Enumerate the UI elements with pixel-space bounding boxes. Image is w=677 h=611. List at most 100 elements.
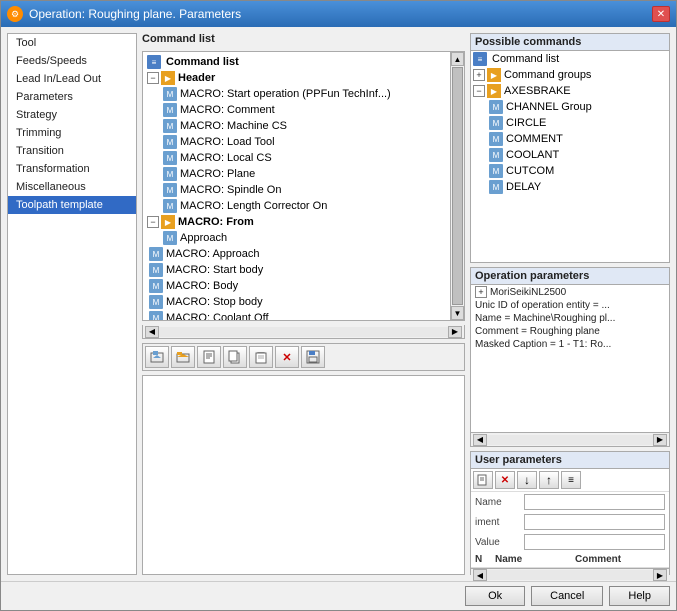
bottom-buttons: Ok Cancel Help [1,581,676,610]
op-params-field: Unic ID of operation entity = ... [475,300,610,311]
command-list-scrollbar[interactable]: ▲ ▼ [450,52,464,320]
tree-item-spindle-off[interactable]: M MACRO: Coolant Off [145,310,448,320]
user-params-delete-btn[interactable]: ✕ [495,471,515,489]
tree-item-macro5[interactable]: M MACRO: Local CS [145,150,448,166]
toolbar-btn-save[interactable] [301,346,325,368]
sidebar-item-strategy[interactable]: Strategy [8,106,136,124]
macro-icon: M [149,247,163,261]
toolbar-btn-delete[interactable]: ✕ [275,346,299,368]
hscroll-track [487,570,653,580]
tree-label: MACRO: Body [166,280,238,292]
tree-item-macro4[interactable]: M MACRO: Load Tool [145,134,448,150]
sidebar-item-lead-in-lead-out[interactable]: Lead In/Lead Out [8,70,136,88]
op-params-scroll[interactable]: + MoriSeikiNL2500 Unic ID of operation e… [471,285,669,432]
pc-item-axesbrake[interactable]: − ▶ AXESBRAKE [471,83,669,99]
hscroll-right[interactable]: ▶ [653,434,667,446]
iment-label: iment [475,517,520,528]
pc-item-comment[interactable]: M COMMENT [471,131,669,147]
help-button[interactable]: Help [609,586,670,606]
toolbar-btn-paste[interactable] [249,346,273,368]
tree-item-macro3[interactable]: M MACRO: Machine CS [145,118,448,134]
op-params-name: Name = Machine\Roughing pl... [471,312,669,325]
hscroll-left[interactable]: ◀ [473,569,487,581]
pc-item-cutcom[interactable]: M CUTCOM [471,163,669,179]
scroll-up-btn[interactable]: ▲ [451,52,464,66]
op-params-hscroll[interactable]: ◀ ▶ [471,432,669,446]
sidebar-item-trimming[interactable]: Trimming [8,124,136,142]
tree-item-macro8[interactable]: M MACRO: Length Corrector On [145,198,448,214]
operation-parameters-section: Operation parameters + MoriSeikiNL2500 U… [470,267,670,447]
command-list-scroll[interactable]: ≡ Command list − ▶ Header M MACRO: Start… [143,52,450,320]
user-params-down-btn[interactable]: ↓ [517,471,537,489]
toolbar-btn-new[interactable] [197,346,221,368]
hscroll-right[interactable]: ▶ [653,569,667,581]
name-input[interactable] [524,494,665,510]
expand-btn[interactable]: + [473,69,485,81]
hscroll-left[interactable]: ◀ [473,434,487,446]
close-button[interactable]: ✕ [652,6,670,22]
tree-item-macro1[interactable]: M MACRO: Start operation (PPFun TechInf.… [145,86,448,102]
tree-item-macro7[interactable]: M MACRO: Spindle On [145,182,448,198]
cancel-button[interactable]: Cancel [531,586,603,606]
scroll-thumb[interactable] [452,67,463,305]
sidebar-item-feeds-speeds[interactable]: Feeds/Speeds [8,52,136,70]
macro-icon: M [489,116,503,130]
scroll-down-btn[interactable]: ▼ [451,306,464,320]
macro-icon: M [163,183,177,197]
tree-item-start-body[interactable]: M MACRO: Approach [145,246,448,262]
tree-item-command-list[interactable]: ≡ Command list [145,54,448,70]
tree-item-approach-macro[interactable]: M Approach [145,230,448,246]
list-icon: ≡ [473,52,487,66]
tree-item-stop-body[interactable]: M MACRO: Body [145,278,448,294]
expand-btn[interactable]: − [473,85,485,97]
possible-commands-header: Possible commands [471,34,669,51]
tree-item-macro2[interactable]: M MACRO: Comment [145,102,448,118]
ok-button[interactable]: Ok [465,586,525,606]
expand-icon[interactable]: + [475,286,487,298]
tree-item-macro6[interactable]: M MACRO: Plane [145,166,448,182]
tree-label: MACRO: Load Tool [180,136,275,148]
title-bar-left: ⚙ Operation: Roughing plane. Parameters [7,6,241,22]
pc-item-command-list[interactable]: ≡ Command list [471,51,669,67]
macro-icon: M [163,87,177,101]
sidebar-item-tool[interactable]: Tool [8,34,136,52]
macro-icon: M [489,100,503,114]
pc-item-delay[interactable]: M DELAY [471,179,669,195]
pc-item-circle[interactable]: M CIRCLE [471,115,669,131]
pc-item-coolant[interactable]: M COOLANT [471,147,669,163]
user-params-table-header: N Name Comment [471,552,669,568]
pc-item-command-groups[interactable]: + ▶ Command groups [471,67,669,83]
hscroll-right-btn[interactable]: ▶ [448,326,462,338]
toolbar-btn-load1[interactable] [145,346,169,368]
tree-label: MACRO: From [178,216,254,228]
expand-approach[interactable]: − [147,216,159,228]
tree-item-body[interactable]: M MACRO: Start body [145,262,448,278]
sidebar-item-transformation[interactable]: Transformation [8,160,136,178]
tree-label: MACRO: Start body [166,264,263,276]
toolbar-btn-copy[interactable] [223,346,247,368]
value-input[interactable] [524,534,665,550]
possible-commands-scroll[interactable]: ≡ Command list + ▶ Command groups − ▶ AX… [471,51,669,262]
expand-header[interactable]: − [147,72,159,84]
user-params-edit-btn[interactable]: ≡ [561,471,581,489]
user-params-new-btn[interactable] [473,471,493,489]
sidebar-item-parameters[interactable]: Parameters [8,88,136,106]
user-params-value-row: Value [471,532,669,552]
tree-label: CIRCLE [506,117,546,129]
op-params-moriseiki[interactable]: + MoriSeikiNL2500 [471,285,669,299]
pc-item-channel-group[interactable]: M CHANNEL Group [471,99,669,115]
toolbar-btn-load2[interactable] [171,346,195,368]
tree-label: MACRO: Start operation (PPFun TechInf...… [180,88,391,100]
user-params-up-btn[interactable]: ↑ [539,471,559,489]
hscroll-left-btn[interactable]: ◀ [145,326,159,338]
iment-input[interactable] [524,514,665,530]
center-panel: Command list ≡ Command list − ▶ Header [142,33,465,575]
sidebar-item-transition[interactable]: Transition [8,142,136,160]
user-params-hscroll[interactable]: ◀ ▶ [471,568,669,581]
sidebar-item-miscellaneous[interactable]: Miscellaneous [8,178,136,196]
sidebar-item-toolpath-template[interactable]: Toolpath template [8,196,136,214]
hscroll-bar[interactable]: ◀ ▶ [142,325,465,339]
tree-item-header[interactable]: − ▶ Header [145,70,448,86]
tree-item-coolant-off[interactable]: M MACRO: Stop body [145,294,448,310]
tree-item-approach[interactable]: − ▶ MACRO: From [145,214,448,230]
